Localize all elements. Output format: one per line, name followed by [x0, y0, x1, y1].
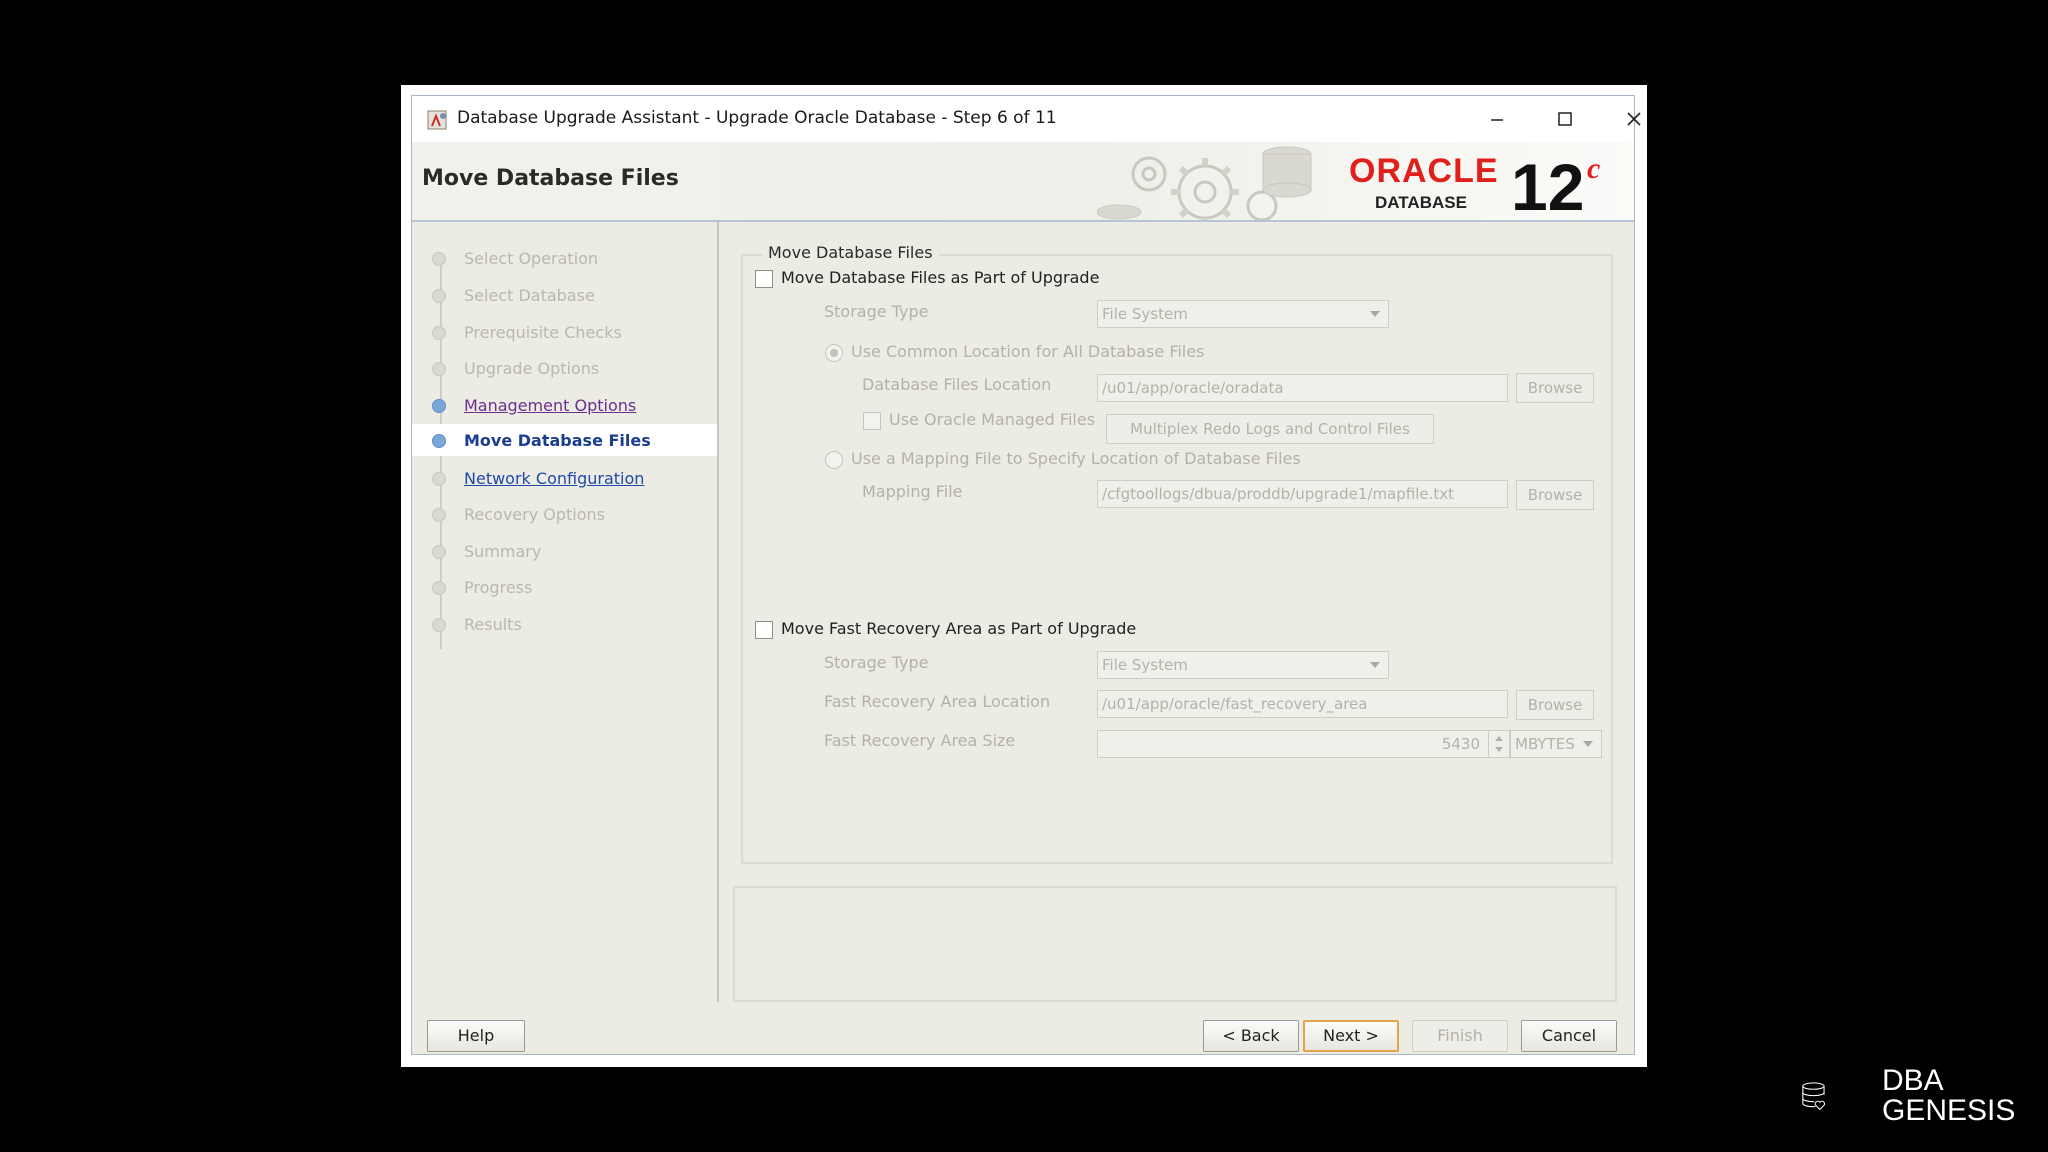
chevron-down-icon: [1370, 311, 1380, 317]
step-indicator-icon: [432, 545, 446, 559]
fra-storage-type-label: Storage Type: [824, 653, 929, 672]
step-recovery-options: Recovery Options: [412, 498, 717, 530]
multiplex-button[interactable]: Multiplex Redo Logs and Control Files: [1106, 414, 1434, 444]
cancel-button[interactable]: Cancel: [1521, 1020, 1617, 1052]
mapping-file-radio[interactable]: [825, 451, 843, 469]
title-bar: Database Upgrade Assistant - Upgrade Ora…: [412, 96, 1641, 142]
omf-checkbox[interactable]: [863, 412, 881, 430]
svg-text:c: c: [1587, 152, 1600, 185]
dba-genesis-logo: [1802, 1082, 1826, 1111]
watermark-line2: GENESIS: [1882, 1094, 2016, 1127]
fra-location-label: Fast Recovery Area Location: [824, 692, 1051, 711]
step-label[interactable]: Management Options: [464, 396, 636, 415]
fra-size-unit-select[interactable]: MBYTES: [1510, 730, 1602, 758]
svg-text:DATABASE: DATABASE: [1375, 193, 1467, 212]
step-label: Recovery Options: [464, 505, 606, 524]
back-button[interactable]: < Back: [1203, 1020, 1299, 1052]
step-select-operation: Select Operation: [412, 242, 717, 274]
storage-type-label: Storage Type: [824, 302, 929, 321]
dbua-window: Database Upgrade Assistant - Upgrade Ora…: [411, 95, 1641, 1055]
step-indicator-icon: [432, 581, 446, 595]
app-icon: [427, 110, 447, 130]
browse-fra-button[interactable]: Browse: [1516, 690, 1594, 720]
fra-size-unit-value: MBYTES: [1515, 735, 1575, 753]
maximize-icon[interactable]: [1545, 102, 1585, 136]
step-indicator-icon: [432, 326, 446, 340]
step-upgrade-options: Upgrade Options: [412, 352, 717, 384]
close-icon[interactable]: [1614, 102, 1654, 136]
browse-mapping-file-button[interactable]: Browse: [1516, 480, 1594, 510]
step-label: Select Operation: [464, 249, 599, 268]
chevron-down-icon: [1583, 741, 1593, 747]
step-indicator-icon: [432, 472, 446, 486]
chevron-down-icon: [1370, 662, 1380, 668]
storage-type-select[interactable]: File System: [1097, 300, 1389, 328]
db-files-location-label: Database Files Location: [862, 375, 1052, 394]
step-indicator-icon: [432, 434, 446, 448]
svg-text:12: 12: [1511, 150, 1584, 214]
fra-storage-type-value: File System: [1102, 656, 1188, 674]
step-navigator: Select Operation Select Database Prerequ…: [412, 222, 719, 1002]
step-indicator-icon: [432, 508, 446, 522]
step-management-options[interactable]: Management Options: [412, 389, 717, 421]
step-label: Move Database Files: [464, 431, 651, 450]
mapping-option-label[interactable]: Use a Mapping File to Specify Location o…: [851, 449, 1301, 468]
step-indicator-icon: [432, 399, 446, 413]
window-title: Database Upgrade Assistant - Upgrade Ora…: [457, 108, 1057, 128]
move-db-files-checkbox[interactable]: [755, 270, 773, 288]
step-select-database: Select Database: [412, 279, 717, 311]
step-label: Summary: [464, 542, 542, 561]
gears-graphic: [1097, 146, 1312, 220]
next-button[interactable]: Next >: [1303, 1020, 1399, 1052]
oracle-12c-logo: ORACLE DATABASE 12 c: [1349, 150, 1600, 214]
step-label: Results: [464, 615, 522, 634]
fra-size-spinner[interactable]: [1488, 730, 1510, 758]
spinner-arrows-icon: [1495, 736, 1503, 752]
group-title: Move Database Files: [762, 243, 939, 262]
step-label: Prerequisite Checks: [464, 323, 622, 342]
step-network-configuration[interactable]: Network Configuration: [412, 462, 717, 494]
step-move-database-files[interactable]: Move Database Files: [412, 424, 717, 456]
move-fra-checkbox[interactable]: [755, 621, 773, 639]
finish-button[interactable]: Finish: [1412, 1020, 1508, 1052]
page-title: Move Database Files: [422, 166, 679, 191]
move-db-files-label[interactable]: Move Database Files as Part of Upgrade: [781, 268, 1099, 287]
storage-type-value: File System: [1102, 305, 1188, 323]
step-summary: Summary: [412, 535, 717, 567]
step-progress: Progress: [412, 571, 717, 603]
fra-size-label: Fast Recovery Area Size: [824, 731, 1016, 750]
move-fra-label[interactable]: Move Fast Recovery Area as Part of Upgra…: [781, 619, 1136, 638]
step-indicator-icon: [432, 362, 446, 376]
step-indicator-icon: [432, 252, 446, 266]
fra-storage-type-select[interactable]: File System: [1097, 651, 1389, 679]
fra-location-input[interactable]: /u01/app/oracle/fast_recovery_area: [1097, 690, 1508, 718]
common-location-radio[interactable]: [825, 344, 843, 362]
svg-text:ORACLE: ORACLE: [1349, 152, 1499, 190]
step-label: Select Database: [464, 286, 595, 305]
mapping-file-label: Mapping File: [862, 482, 963, 501]
step-indicator-icon: [432, 289, 446, 303]
mapping-file-input[interactable]: /cfgtoollogs/dbua/proddb/upgrade1/mapfil…: [1097, 480, 1508, 508]
message-area: [733, 886, 1617, 1002]
browse-db-files-button[interactable]: Browse: [1516, 373, 1594, 403]
step-label: Upgrade Options: [464, 359, 600, 378]
step-indicator-icon: [432, 618, 446, 632]
step-label: Progress: [464, 578, 533, 597]
step-label[interactable]: Network Configuration: [464, 469, 644, 488]
db-files-location-input[interactable]: /u01/app/oracle/oradata: [1097, 374, 1508, 402]
page-header: Move Database Files ORACLE DATABASE 12 c: [412, 142, 1634, 220]
watermark-line1: DBA: [1882, 1064, 1944, 1097]
fra-size-input[interactable]: 5430: [1097, 730, 1489, 758]
omf-label[interactable]: Use Oracle Managed Files: [889, 410, 1095, 429]
help-button[interactable]: Help: [427, 1020, 525, 1052]
step-results: Results: [412, 608, 717, 640]
step-prerequisite-checks: Prerequisite Checks: [412, 316, 717, 348]
minimize-icon[interactable]: [1477, 102, 1517, 136]
common-location-label[interactable]: Use Common Location for All Database Fil…: [851, 342, 1204, 361]
